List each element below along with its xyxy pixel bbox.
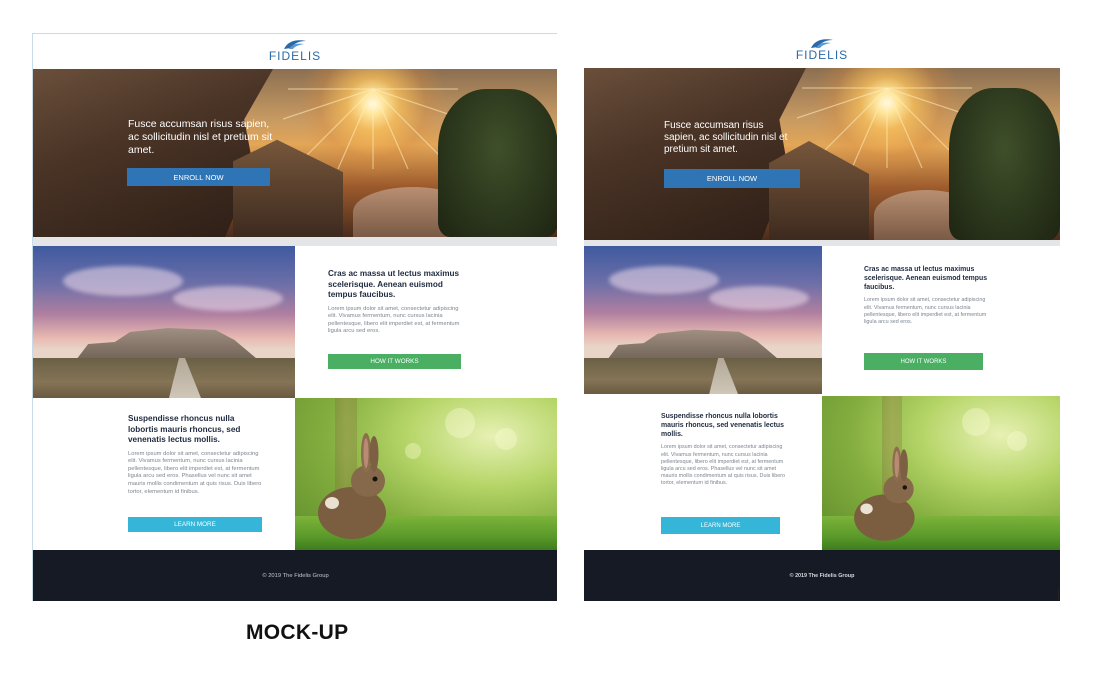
section-2-body: Lorem ipsum dolor sit amet, consectetur … [128,450,262,495]
enroll-now-button[interactable]: ENROLL NOW [127,168,270,186]
landscape-image [584,246,822,394]
landscape-image [33,246,295,398]
rabbit-illustration [854,446,915,541]
mockup-panel: FIDELIS Fusce accumsan risus sapien, ac … [32,33,557,601]
hero-image: Fusce accumsan risus sapien, ac sollicit… [584,68,1060,240]
section-2-text: Suspendisse rhoncus nulla lobortis mauri… [128,414,263,496]
footer: © 2019 The Fidelis Group [33,550,557,601]
edge-marker [1058,588,1059,600]
section-1-text: Cras ac massa ut lectus maximus sceleris… [864,266,989,326]
section-2-body: Lorem ipsum dolor sit amet, consectetur … [661,444,786,487]
fidelis-logo[interactable]: FIDELIS [269,38,321,63]
logo-text: FIDELIS [268,49,322,63]
section-1-heading: Cras ac massa ut lectus maximus sceleris… [328,269,460,299]
learn-more-button[interactable]: LEARN MORE [128,517,262,532]
logo-text: FIDELIS [795,48,849,62]
footer-copyright: © 2019 The Fidelis Group [262,573,329,579]
mockup-caption: MOCK-UP [246,621,349,644]
enroll-now-button[interactable]: ENROLL NOW [664,169,800,188]
how-it-works-button[interactable]: HOW IT WORKS [864,353,983,370]
section-2-heading: Suspendisse rhoncus nulla lobortis mauri… [128,414,241,444]
hero-headline: Fusce accumsan risus sapien, ac sollicit… [128,118,273,156]
how-it-works-button[interactable]: HOW IT WORKS [328,354,461,369]
footer-copyright: © 2019 The Fidelis Group [789,572,855,579]
section-1-body: Lorem ipsum dolor sit amet, consectetur … [328,305,460,335]
built-panel: FIDELIS Fusce accumsan risus sapien, ac … [584,33,1060,601]
section-2-heading: Suspendisse rhoncus nulla lobortis mauri… [661,413,784,438]
learn-more-button[interactable]: LEARN MORE [661,517,780,534]
section-1-heading: Cras ac massa ut lectus maximus sceleris… [864,266,988,291]
sun-rays [283,88,463,169]
rabbit-image [822,396,1060,550]
footer: © 2019 The Fidelis Group [584,550,1060,601]
rabbit-image [295,398,557,550]
section-1-text: Cras ac massa ut lectus maximus sceleris… [328,269,468,336]
section-divider [33,237,557,246]
fidelis-logo[interactable]: FIDELIS [796,37,848,62]
section-2-text: Suspendisse rhoncus nulla lobortis mauri… [661,413,786,487]
hero-headline: Fusce accumsan risus sapien, ac sollicit… [664,120,788,156]
rabbit-illustration [318,433,386,539]
hero-image: Fusce accumsan risus sapien, ac sollicit… [33,69,557,237]
section-1-body: Lorem ipsum dolor sit amet, consectetur … [864,297,987,325]
